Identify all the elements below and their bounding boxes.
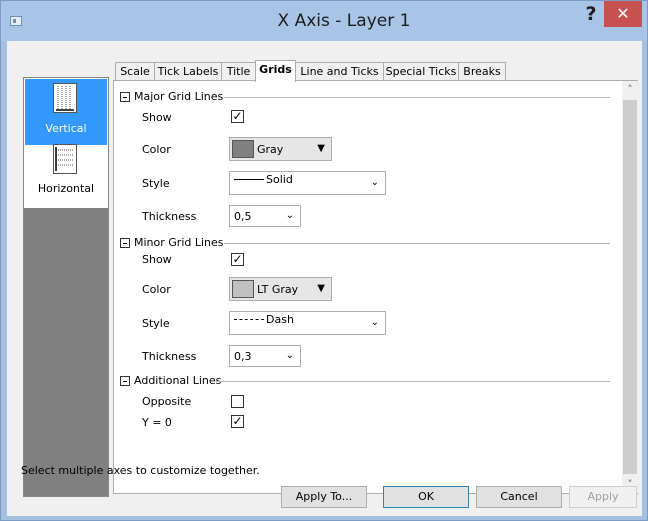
tab-scale[interactable]: Scale bbox=[115, 62, 155, 81]
axis-item-vertical[interactable]: Vertical bbox=[25, 79, 107, 145]
major-grid-section-header[interactable]: Major Grid Lines bbox=[120, 90, 610, 104]
major-style-select[interactable]: Solid ⌄ bbox=[229, 171, 386, 195]
title-bar[interactable]: X Axis - Layer 1 ? ✕ bbox=[1, 1, 647, 41]
close-icon: ✕ bbox=[616, 4, 630, 23]
minor-show-checkbox[interactable]: ✓ bbox=[231, 253, 244, 266]
chevron-down-icon: ⌄ bbox=[285, 210, 294, 221]
major-color-label: Color bbox=[142, 143, 171, 156]
scroll-thumb[interactable] bbox=[623, 100, 637, 474]
axis-item-label: Vertical bbox=[45, 122, 87, 135]
axis-list-items: Vertical Horizontal bbox=[24, 78, 108, 208]
axis-item-horizontal[interactable]: Horizontal bbox=[25, 144, 107, 210]
tab-breaks[interactable]: Breaks bbox=[458, 62, 506, 81]
dropdown-arrow-icon: ▼ bbox=[317, 283, 325, 294]
scroll-up-arrow-icon[interactable]: ˄ bbox=[622, 81, 638, 98]
cancel-button[interactable]: Cancel bbox=[476, 486, 562, 508]
collapse-minus-icon[interactable] bbox=[120, 376, 130, 386]
minor-color-swatch bbox=[232, 280, 254, 298]
section-title: Minor Grid Lines bbox=[134, 236, 224, 249]
minor-style-label: Style bbox=[142, 317, 170, 330]
ok-button[interactable]: OK bbox=[383, 486, 469, 508]
y-zero-checkbox[interactable]: ✓ bbox=[231, 415, 244, 428]
y-zero-label: Y = 0 bbox=[142, 416, 172, 429]
section-title: Additional Lines bbox=[134, 374, 222, 387]
axis-list[interactable]: Vertical Horizontal bbox=[23, 77, 109, 497]
minor-thickness-label: Thickness bbox=[142, 350, 197, 363]
major-thickness-select[interactable]: 0,5 ⌄ bbox=[229, 205, 301, 227]
major-color-swatch bbox=[232, 140, 254, 158]
chevron-down-icon: ⌄ bbox=[370, 177, 379, 188]
dialog-client: Vertical Horizontal Scale Tick Labels Ti… bbox=[7, 41, 642, 516]
tab-tick-labels[interactable]: Tick Labels bbox=[154, 62, 222, 81]
tab-title[interactable]: Title bbox=[221, 62, 256, 81]
minor-thickness-select[interactable]: 0,3 ⌄ bbox=[229, 345, 301, 367]
major-color-select[interactable]: Gray ▼ bbox=[229, 137, 332, 161]
axis-item-label: Horizontal bbox=[37, 182, 95, 195]
section-divider bbox=[216, 381, 610, 382]
minor-grid-section-header[interactable]: Minor Grid Lines bbox=[120, 236, 610, 250]
minor-thickness-value: 0,3 bbox=[234, 350, 252, 363]
minor-style-select[interactable]: Dash ⌄ bbox=[229, 311, 386, 335]
dialog-window: X Axis - Layer 1 ? ✕ Vertical Horizontal… bbox=[0, 0, 648, 521]
major-show-checkbox[interactable]: ✓ bbox=[231, 110, 244, 123]
minor-color-value: LT Gray bbox=[257, 283, 299, 296]
minor-color-label: Color bbox=[142, 283, 171, 296]
apply-button[interactable]: Apply bbox=[569, 486, 637, 508]
minor-style-value: Dash bbox=[266, 313, 294, 326]
dash-line-sample bbox=[234, 319, 264, 320]
tab-grids[interactable]: Grids bbox=[255, 60, 296, 82]
collapse-minus-icon[interactable] bbox=[120, 92, 130, 102]
chevron-down-icon: ⌄ bbox=[370, 317, 379, 328]
vertical-scrollbar[interactable]: ˄ ˅ bbox=[622, 81, 638, 493]
collapse-minus-icon[interactable] bbox=[120, 238, 130, 248]
section-divider bbox=[224, 97, 610, 98]
vertical-grid-icon bbox=[53, 83, 77, 113]
additional-lines-section-header[interactable]: Additional Lines bbox=[120, 374, 610, 388]
major-color-value: Gray bbox=[257, 143, 284, 156]
section-divider bbox=[224, 243, 610, 244]
horizontal-grid-icon bbox=[53, 144, 77, 174]
major-show-label: Show bbox=[142, 111, 172, 124]
hint-text: Select multiple axes to customize togeth… bbox=[21, 464, 260, 477]
chevron-down-icon: ⌄ bbox=[285, 350, 294, 361]
dropdown-arrow-icon: ▼ bbox=[317, 143, 325, 154]
major-style-value: Solid bbox=[266, 173, 293, 186]
solid-line-sample bbox=[234, 179, 264, 180]
major-thickness-label: Thickness bbox=[142, 210, 197, 223]
tab-line-and-ticks[interactable]: Line and Ticks bbox=[295, 62, 384, 81]
close-button[interactable]: ✕ bbox=[604, 1, 642, 27]
minor-color-select[interactable]: LT Gray ▼ bbox=[229, 277, 332, 301]
section-title: Major Grid Lines bbox=[134, 90, 224, 103]
help-button[interactable]: ? bbox=[577, 1, 605, 27]
window-title: X Axis - Layer 1 bbox=[277, 11, 411, 31]
apply-to-button[interactable]: Apply To... bbox=[281, 486, 367, 508]
major-style-label: Style bbox=[142, 177, 170, 190]
opposite-label: Opposite bbox=[142, 395, 192, 408]
grids-property-pane: Major Grid Lines Show ✓ Color Gray ▼ Sty… bbox=[113, 80, 638, 494]
minor-show-label: Show bbox=[142, 253, 172, 266]
tab-special-ticks[interactable]: Special Ticks bbox=[383, 62, 459, 81]
opposite-checkbox[interactable] bbox=[231, 395, 244, 408]
major-thickness-value: 0,5 bbox=[234, 210, 252, 223]
